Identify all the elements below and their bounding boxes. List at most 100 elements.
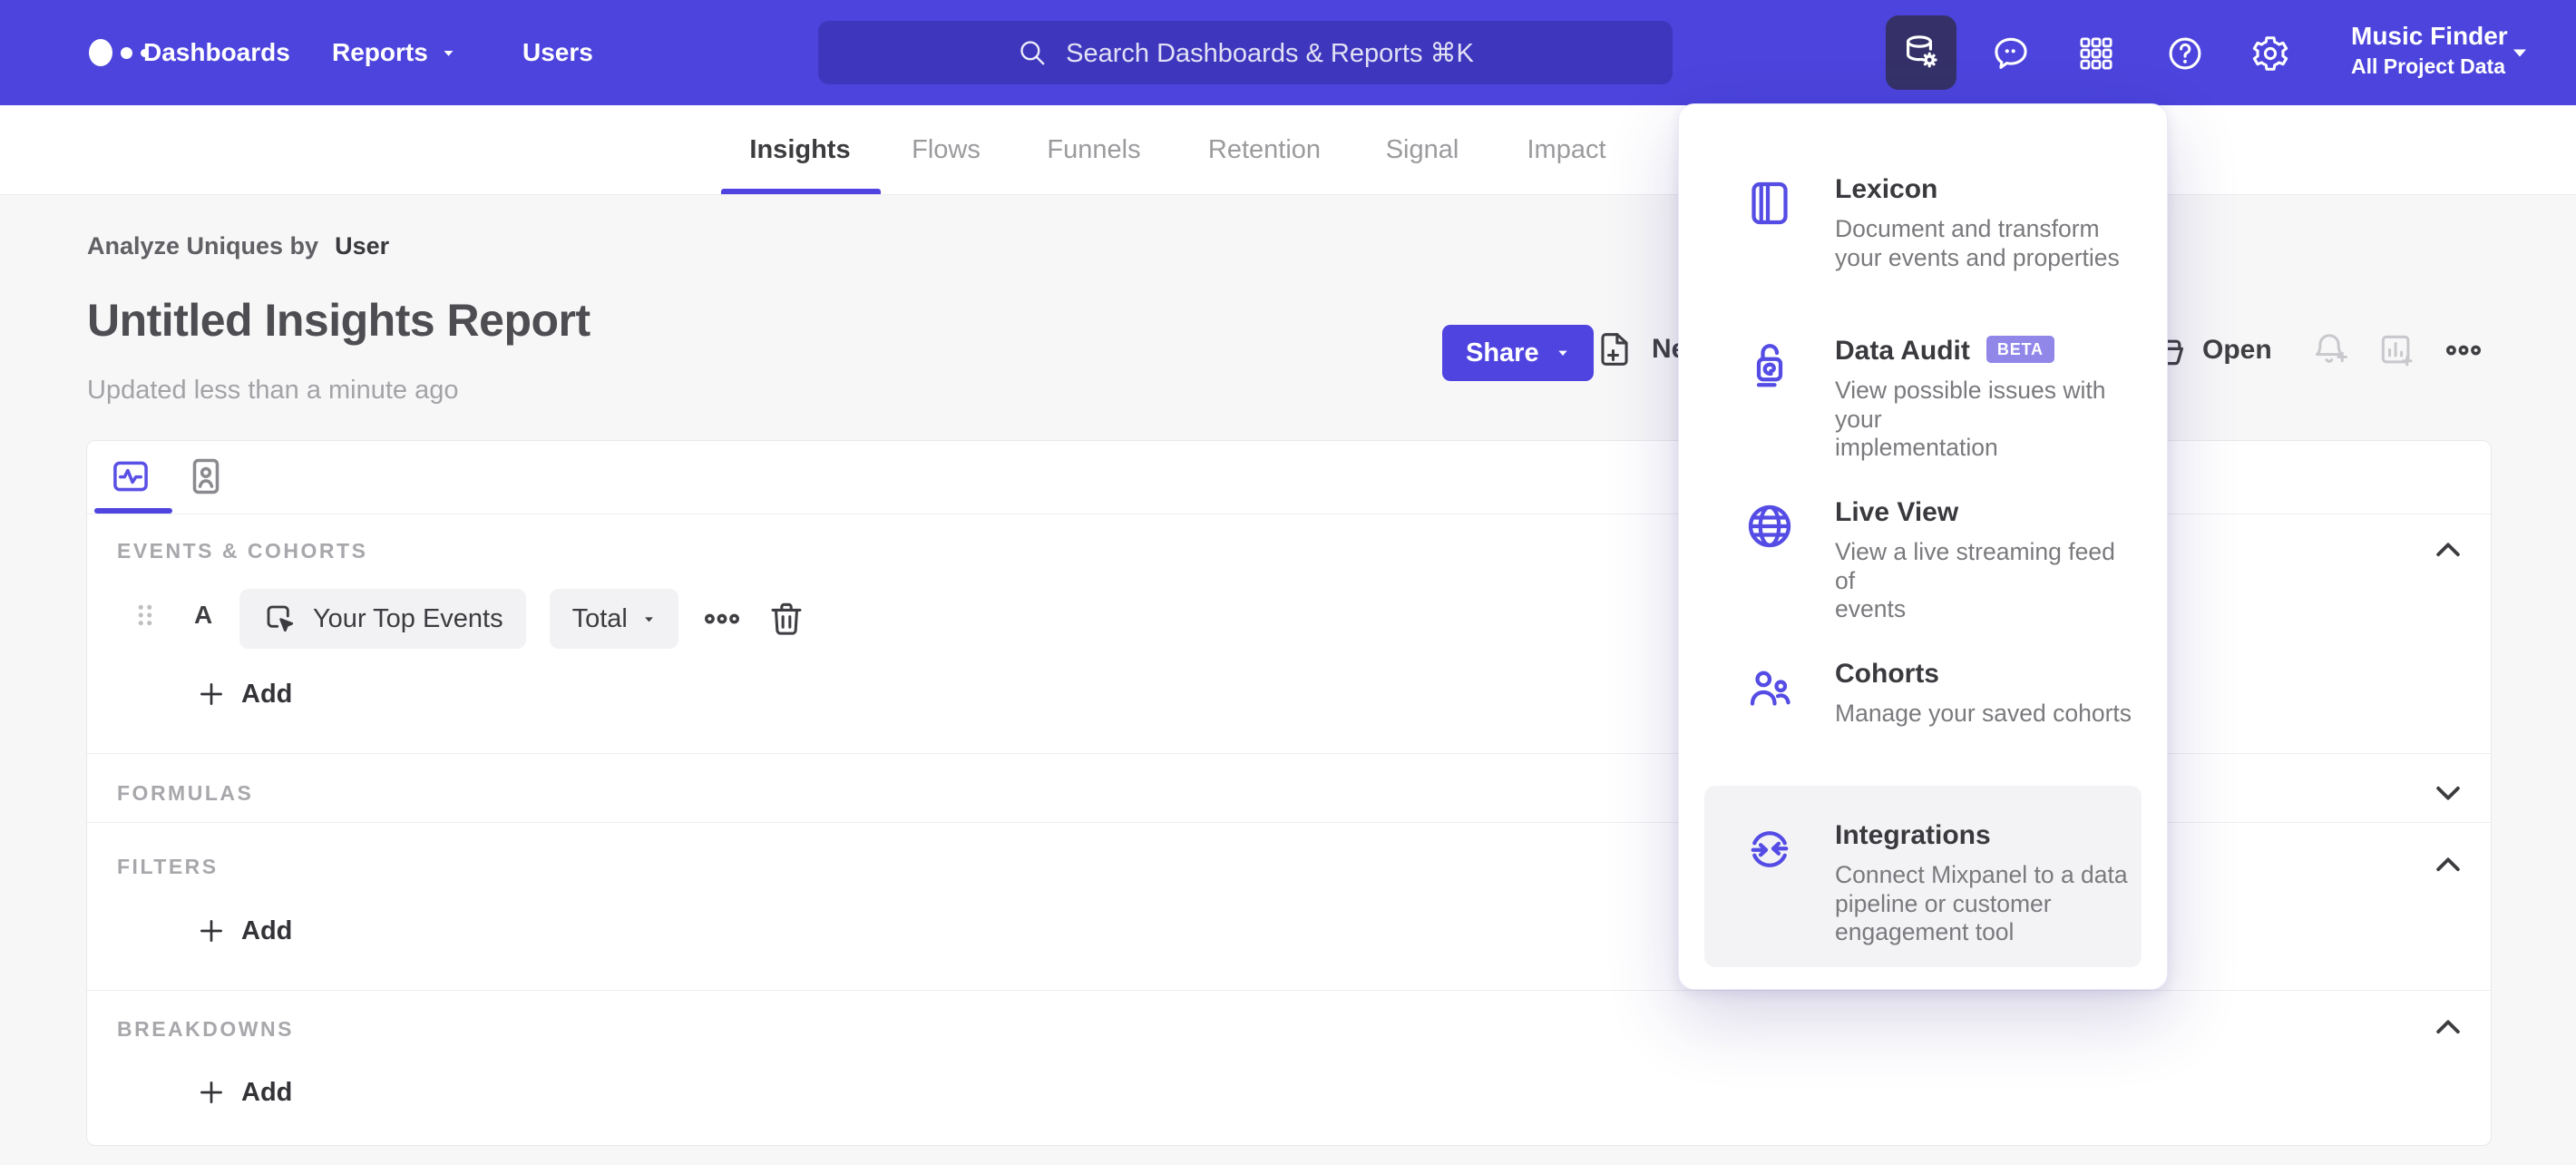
collapse-breakdowns-button[interactable] xyxy=(2427,1007,2469,1049)
chevron-down-icon xyxy=(642,612,656,626)
event-row: Your Top Events Total xyxy=(239,589,807,649)
search-input[interactable]: Search Dashboards & Reports ⌘K xyxy=(818,21,1673,84)
tab-flows[interactable]: Flows xyxy=(912,105,981,195)
filters-section-label: FILTERS xyxy=(117,855,219,878)
logo-dot-icon xyxy=(121,46,132,59)
menu-item-desc: Manage your saved cohorts xyxy=(1835,700,2132,727)
bell-plus-icon xyxy=(2309,330,2351,372)
tab-impact[interactable]: Impact xyxy=(1527,105,1605,195)
apps-grid-button[interactable] xyxy=(2067,24,2125,83)
search-icon xyxy=(1017,37,1048,68)
question-circle-icon xyxy=(2164,33,2206,74)
kebab-menu-icon xyxy=(2444,330,2483,370)
add-label: Add xyxy=(241,915,293,945)
active-tab-underline xyxy=(721,189,881,194)
sync-arrows-icon xyxy=(1742,818,1799,947)
menu-item-live-view[interactable]: Live View View a live streaming feed of … xyxy=(1742,495,2136,624)
cursor-select-icon xyxy=(262,601,298,637)
data-management-button[interactable] xyxy=(1886,15,1956,90)
menu-item-desc: View a live streaming feed of events xyxy=(1835,538,2115,622)
feedback-bubble-icon xyxy=(1990,33,2032,74)
metric-selector-chip[interactable]: Total xyxy=(549,589,678,649)
event-selector-chip[interactable]: Your Top Events xyxy=(239,589,526,649)
add-filter-button[interactable]: Add xyxy=(196,908,292,954)
logo-dot-icon xyxy=(89,39,112,66)
plus-icon xyxy=(196,915,227,946)
tab-label: Retention xyxy=(1207,135,1322,164)
add-label: Add xyxy=(241,1077,293,1107)
menu-item-text: Cohorts Manage your saved cohorts xyxy=(1835,657,2132,729)
tab-label: Funnels xyxy=(1047,135,1141,164)
grid-icon xyxy=(2076,34,2116,73)
menu-item-desc: Document and transform your events and p… xyxy=(1835,215,2120,271)
plus-icon xyxy=(196,679,227,710)
tab-insights[interactable]: Insights xyxy=(749,105,850,195)
menu-item-integrations[interactable]: Integrations Connect Mixpanel to a data … xyxy=(1742,818,2136,947)
menu-item-text: Lexicon Document and transform your even… xyxy=(1835,172,2120,272)
mixpanel-logo[interactable] xyxy=(89,39,149,66)
data-management-menu: Lexicon Document and transform your even… xyxy=(1678,103,2168,990)
drag-handle[interactable] xyxy=(128,598,162,632)
menu-item-text: Live View View a live streaming feed of … xyxy=(1835,495,2136,624)
settings-button[interactable] xyxy=(2241,24,2299,83)
menu-item-title: Data Audit xyxy=(1835,336,1970,366)
pulse-chart-icon xyxy=(108,454,153,499)
menu-item-cohorts[interactable]: Cohorts Manage your saved cohorts xyxy=(1742,657,2136,729)
menu-item-data-audit[interactable]: Data Audit BETA View possible issues wit… xyxy=(1742,334,2136,463)
mixpanel-insights-screen: Dashboards Reports Users Search Dashboar… xyxy=(0,0,2576,1165)
tab-label: Impact xyxy=(1527,135,1606,164)
tab-label: Signal xyxy=(1385,135,1459,164)
nav-reports-label: Reports xyxy=(332,38,428,66)
collapse-filters-button[interactable] xyxy=(2427,845,2469,886)
nav-dashboards-label: Dashboards xyxy=(143,38,290,66)
add-to-dashboard-button[interactable] xyxy=(2376,330,2418,372)
tab-funnels[interactable]: Funnels xyxy=(1047,105,1140,195)
menu-item-title: Cohorts xyxy=(1835,659,1939,689)
event-name: Your Top Events xyxy=(313,603,503,633)
nav-users[interactable]: Users xyxy=(522,0,593,105)
tab-retention[interactable]: Retention xyxy=(1208,105,1321,195)
nav-reports[interactable]: Reports xyxy=(332,0,456,105)
lexicon-book-icon xyxy=(1742,172,1799,272)
tab-label: Insights xyxy=(749,135,851,164)
project-scope: All Project Data xyxy=(2351,54,2505,78)
analyze-value-dropdown[interactable]: User xyxy=(335,232,389,260)
help-button[interactable] xyxy=(2156,24,2214,83)
formulas-section-label: FORMULAS xyxy=(117,781,254,805)
share-button[interactable]: Share xyxy=(1442,325,1594,381)
collapse-events-button[interactable] xyxy=(2427,530,2469,572)
menu-item-title: Live View xyxy=(1835,497,1959,527)
people-icon xyxy=(1742,657,1799,729)
menu-item-text: Data Audit BETA View possible issues wit… xyxy=(1835,334,2136,463)
open-label: Open xyxy=(2202,335,2272,365)
menu-item-desc: Connect Mixpanel to a data pipeline or c… xyxy=(1835,861,2128,945)
tab-signal[interactable]: Signal xyxy=(1386,105,1459,195)
events-section-label: EVENTS & COHORTS xyxy=(117,539,368,563)
create-alert-button[interactable] xyxy=(2309,330,2351,372)
event-more-options-button[interactable] xyxy=(702,599,742,639)
top-navigation-bar: Dashboards Reports Users Search Dashboar… xyxy=(0,0,2576,105)
tab-user-profiles[interactable] xyxy=(177,450,235,503)
more-actions-button[interactable] xyxy=(2444,330,2483,370)
report-tabstrip: Insights Flows Funnels Retention Signal … xyxy=(0,105,2576,195)
series-letter: A xyxy=(194,601,213,629)
plus-icon xyxy=(196,1077,227,1108)
analyze-row: Analyze Uniques by User xyxy=(87,232,389,260)
nav-dashboards[interactable]: Dashboards xyxy=(143,0,290,105)
menu-item-title: Lexicon xyxy=(1835,174,1938,204)
nav-users-label: Users xyxy=(522,38,593,66)
gear-icon xyxy=(2249,33,2291,74)
add-breakdown-button[interactable]: Add xyxy=(196,1070,292,1115)
project-selector[interactable]: Music Finder All Project Data xyxy=(2351,20,2508,80)
share-label: Share xyxy=(1466,338,1539,367)
database-gear-icon xyxy=(1899,31,1943,74)
delete-event-button[interactable] xyxy=(766,598,807,640)
expand-formulas-button[interactable] xyxy=(2427,771,2469,813)
page-title[interactable]: Untitled Insights Report xyxy=(87,294,590,347)
feedback-button[interactable] xyxy=(1982,24,2040,83)
add-event-button[interactable]: Add xyxy=(196,671,292,717)
beta-badge: BETA xyxy=(1986,336,2054,363)
menu-item-lexicon[interactable]: Lexicon Document and transform your even… xyxy=(1742,172,2136,272)
tab-insights-chart[interactable] xyxy=(102,450,160,503)
divider xyxy=(87,990,2491,991)
